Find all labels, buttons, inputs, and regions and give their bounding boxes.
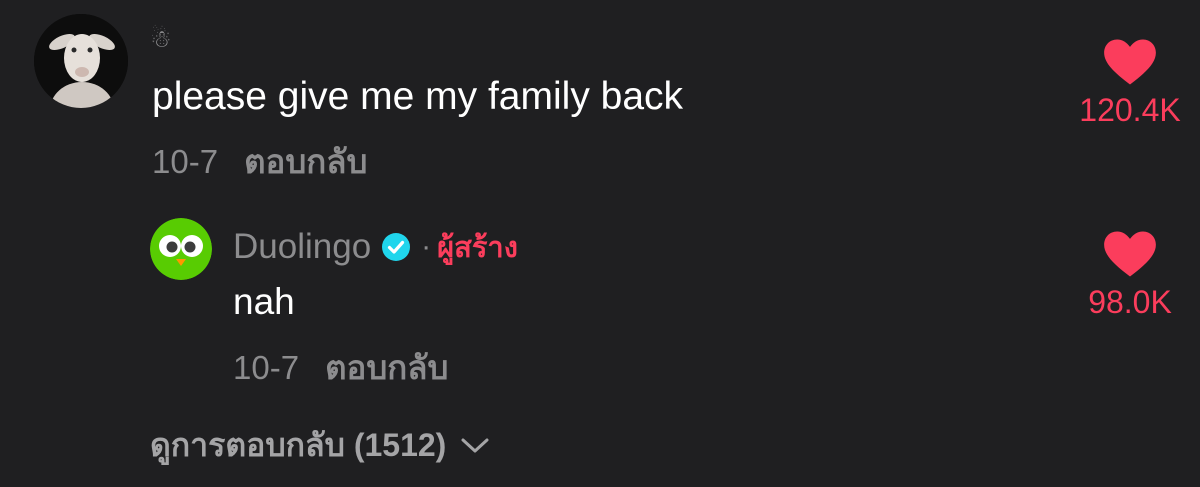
goat-avatar-image xyxy=(34,14,128,108)
comment-thread: ☃ please give me my family back 10-7 ตอบ… xyxy=(0,0,1200,487)
duolingo-owl-avatar xyxy=(150,218,212,280)
verified-check-icon xyxy=(382,233,411,261)
comment-like-count: 120.4K xyxy=(1079,92,1181,128)
comment-username[interactable]: ☃ xyxy=(150,26,172,54)
heart-icon xyxy=(1104,231,1156,277)
chevron-down-icon xyxy=(461,438,489,453)
reply-username[interactable]: Duolingo xyxy=(233,225,371,269)
reply-date: 10-7 xyxy=(233,349,300,386)
view-replies-label: ดูการตอบกลับ (1512) xyxy=(150,427,447,463)
separator-dot: · xyxy=(421,230,432,263)
reply-meta: 10-7 ตอบกลับ xyxy=(233,348,448,388)
comment-text: please give me my family back xyxy=(152,75,684,118)
reply-avatar[interactable] xyxy=(150,218,212,280)
creator-badge: ผู้สร้าง xyxy=(437,232,518,264)
reply-header: Duolingo · ผู้สร้าง xyxy=(233,224,518,270)
reply-like-button[interactable]: 98.0K xyxy=(1055,230,1200,320)
reply-to-reply-button[interactable]: ตอบกลับ xyxy=(325,348,448,388)
reply-text: nah xyxy=(233,281,295,322)
comment-date: 10-7 xyxy=(152,143,219,180)
view-replies-button[interactable]: ดูการตอบกลับ (1512) xyxy=(150,424,490,466)
reply-button[interactable]: ตอบกลับ xyxy=(244,142,367,182)
reply-like-count: 98.0K xyxy=(1088,284,1172,320)
user-avatar[interactable] xyxy=(34,14,128,108)
comment-like-button[interactable]: 120.4K xyxy=(1055,38,1200,128)
heart-icon xyxy=(1104,39,1156,85)
comment-meta: 10-7 ตอบกลับ xyxy=(152,142,367,182)
